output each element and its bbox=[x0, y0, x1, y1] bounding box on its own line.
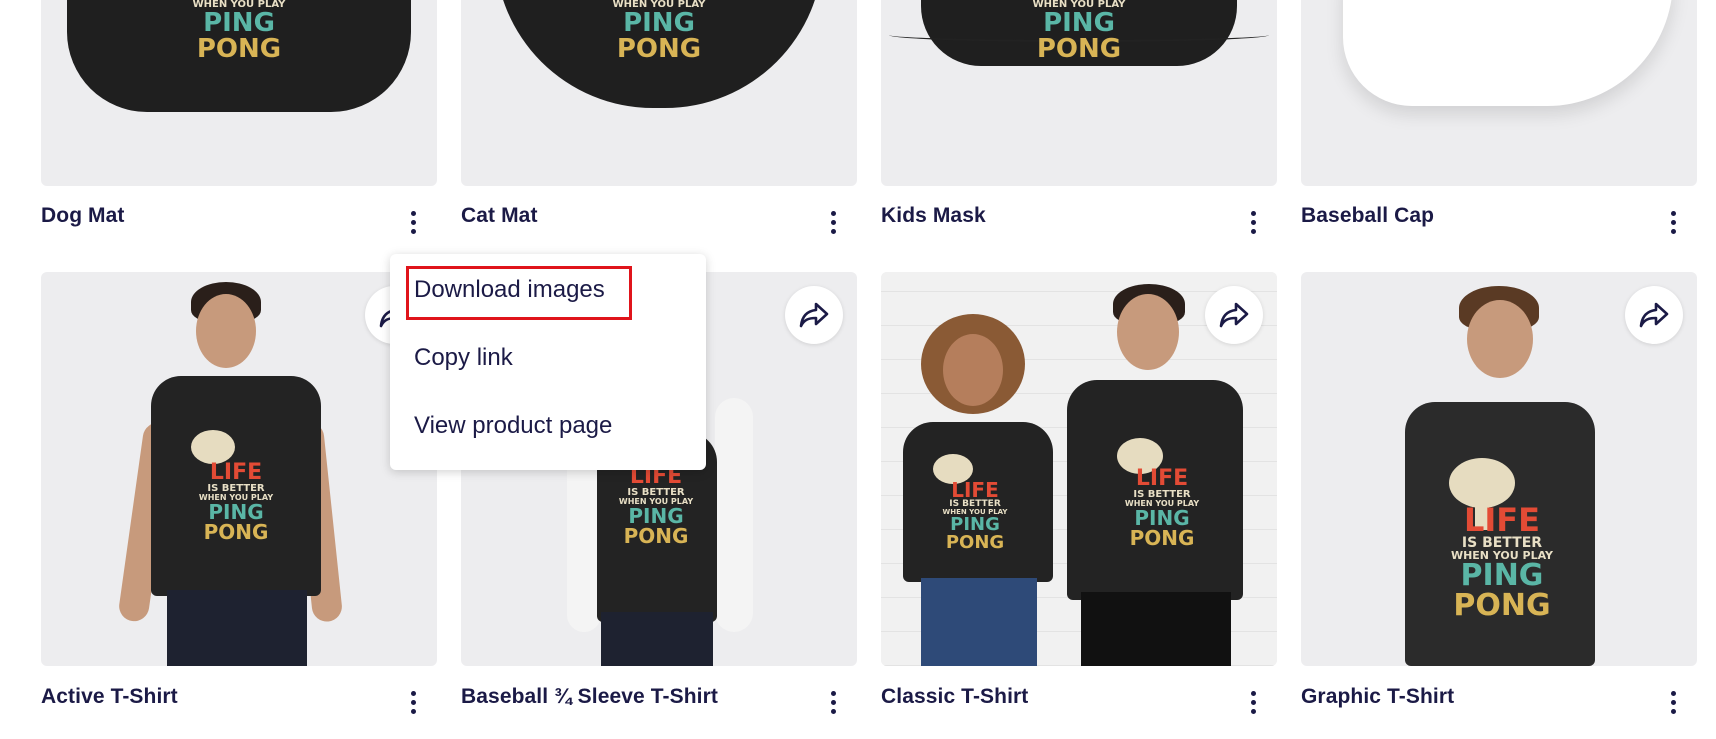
product-title[interactable]: Graphic T-Shirt bbox=[1301, 685, 1454, 709]
more-vertical-icon[interactable] bbox=[401, 206, 425, 238]
slogan-graphic: WHEN YOU PLAY PING PONG bbox=[1032, 0, 1126, 64]
menu-item-view-product-page[interactable]: View product page bbox=[414, 412, 612, 440]
more-vertical-icon[interactable] bbox=[821, 206, 845, 238]
slogan-graphic: WHEN YOU PLAY PING PONG bbox=[192, 0, 286, 64]
product-title[interactable]: Cat Mat bbox=[461, 204, 538, 228]
product-title[interactable]: Classic T-Shirt bbox=[881, 685, 1028, 709]
model-pants bbox=[1081, 592, 1231, 666]
product-image-dog-mat[interactable]: WHEN YOU PLAY PING PONG bbox=[41, 0, 437, 186]
more-vertical-icon[interactable] bbox=[1241, 686, 1265, 718]
product-image-kids-mask[interactable]: WHEN YOU PLAY PING PONG bbox=[881, 0, 1277, 186]
model-head bbox=[943, 334, 1003, 406]
product-title[interactable]: Baseball ¾ Sleeve T-Shirt bbox=[461, 685, 718, 709]
slogan-graphic: LIFE IS BETTER WHEN YOU PLAY PING PONG bbox=[618, 464, 694, 548]
baseball-cap-graphic bbox=[1343, 0, 1673, 106]
product-title[interactable]: Active T-Shirt bbox=[41, 685, 178, 709]
model-jeans bbox=[921, 578, 1037, 666]
slogan-graphic: LIFE IS BETTER WHEN YOU PLAY PING PONG bbox=[1124, 466, 1200, 550]
product-image-cat-mat[interactable]: WHEN YOU PLAY PING PONG bbox=[461, 0, 857, 186]
menu-item-copy-link[interactable]: Copy link bbox=[414, 344, 513, 372]
more-vertical-icon[interactable] bbox=[821, 686, 845, 718]
model-pants bbox=[167, 590, 307, 666]
product-title[interactable]: Kids Mask bbox=[881, 204, 986, 228]
product-title[interactable]: Dog Mat bbox=[41, 204, 125, 228]
slogan-graphic: LIFE IS BETTER WHEN YOU PLAY PING PONG bbox=[198, 460, 274, 544]
menu-item-download-images[interactable]: Download images bbox=[414, 276, 605, 304]
model-head bbox=[1117, 294, 1179, 370]
model-pants bbox=[601, 612, 713, 666]
share-arrow-icon[interactable] bbox=[1205, 286, 1263, 344]
product-image-baseball-cap[interactable] bbox=[1301, 0, 1697, 186]
paddle-graphic bbox=[191, 430, 235, 464]
share-arrow-icon[interactable] bbox=[785, 286, 843, 344]
slogan-graphic: LIFE IS BETTER WHEN YOU PLAY PING PONG bbox=[942, 478, 1008, 553]
slogan-graphic: LIFE IS BETTER WHEN YOU PLAY PING PONG bbox=[1450, 501, 1554, 623]
model-head bbox=[196, 294, 256, 368]
more-vertical-icon[interactable] bbox=[401, 686, 425, 718]
more-vertical-icon[interactable] bbox=[1661, 686, 1685, 718]
white-sleeve bbox=[715, 398, 753, 632]
slogan-graphic: WHEN YOU PLAY PING PONG bbox=[612, 0, 706, 64]
product-context-menu: Download images Copy link View product p… bbox=[390, 254, 706, 470]
more-vertical-icon[interactable] bbox=[1661, 206, 1685, 238]
model-head bbox=[1467, 300, 1533, 378]
more-vertical-icon[interactable] bbox=[1241, 206, 1265, 238]
share-arrow-icon[interactable] bbox=[1625, 286, 1683, 344]
product-title[interactable]: Baseball Cap bbox=[1301, 204, 1434, 228]
